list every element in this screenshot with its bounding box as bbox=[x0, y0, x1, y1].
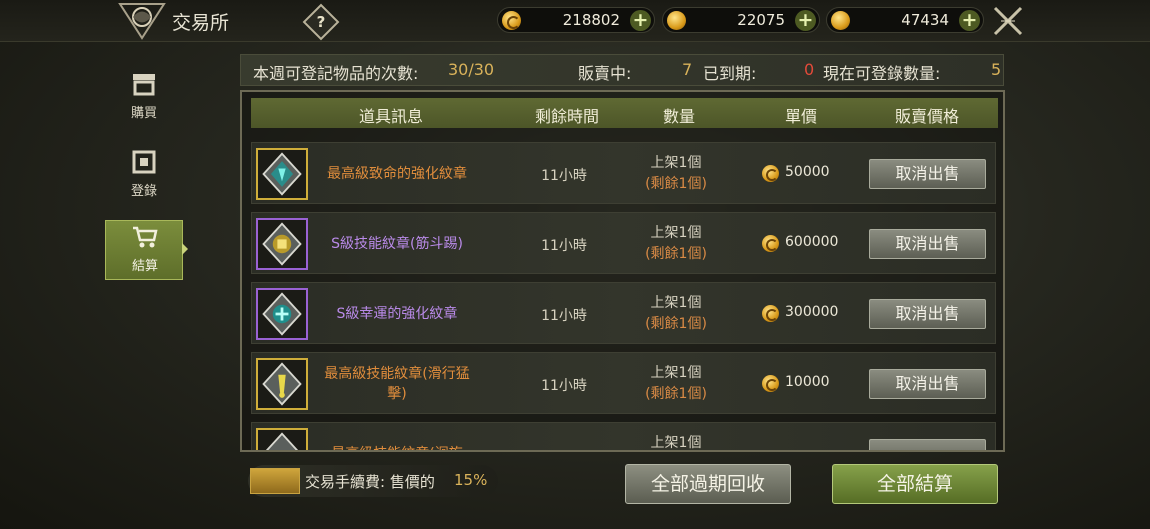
quantity: 上架1個 (剩餘1個) bbox=[626, 223, 726, 265]
silver-coin-icon bbox=[762, 375, 779, 392]
time-left: 11小時 bbox=[541, 308, 587, 324]
sidebar-item-label: 購買 bbox=[130, 106, 157, 121]
emblem-item-icon bbox=[256, 218, 308, 270]
cancel-sale-button[interactable]: 取消出售 bbox=[869, 229, 986, 259]
gold-bag-icon bbox=[667, 11, 686, 30]
quantity-listed: 上架1個 bbox=[650, 365, 702, 381]
quantity-listed: 上架1個 bbox=[650, 435, 702, 451]
page-title: 交易所 bbox=[172, 12, 230, 34]
item-name: 最高級技能紋章(迴旋 bbox=[316, 433, 478, 450]
silver-coin-icon bbox=[762, 305, 779, 322]
table-row: 最高級技能紋章(迴旋 上架1個 bbox=[251, 422, 996, 451]
sidebar-item-label: 登錄 bbox=[130, 184, 157, 199]
quantity: 上架1個 bbox=[626, 433, 726, 451]
header-quantity: 數量 bbox=[662, 107, 695, 126]
currency-silver: 218802 + bbox=[497, 7, 655, 33]
emblem-item-icon bbox=[256, 288, 308, 340]
table-row: 最高級技能紋章(滑行猛擊) 11小時 上架1個 (剩餘1個) 10000 取消出… bbox=[251, 352, 996, 414]
emblem-item-icon bbox=[256, 358, 308, 410]
time-left: 11小時 bbox=[541, 168, 587, 184]
add-silver-button[interactable]: + bbox=[630, 10, 651, 31]
currency-value: 218802 bbox=[562, 11, 620, 29]
weekly-count-value: 30/30 bbox=[448, 60, 495, 79]
building-icon bbox=[132, 150, 156, 174]
quantity-remaining: (剩餘1個) bbox=[645, 246, 707, 262]
available-label: 現在可登錄數量: bbox=[823, 64, 941, 83]
top-bar: 交易所 ? 218802 + 22075 + 47434 + bbox=[0, 0, 1150, 42]
table-row: S級幸運的強化紋章 11小時 上架1個 (剩餘1個) 300000 取消出售 bbox=[251, 282, 996, 344]
price-value: 600000 bbox=[785, 234, 839, 250]
table-row: 最高級致命的強化紋章 11小時 上架1個 (剩餘1個) 50000 取消出售 bbox=[251, 142, 996, 204]
selling-value: 7 bbox=[682, 60, 693, 79]
close-icon[interactable] bbox=[991, 4, 1025, 38]
header-item-info: 道具訊息 bbox=[358, 107, 423, 126]
quantity-remaining: (剩餘1個) bbox=[645, 176, 707, 192]
stats-bar: 本週可登記物品的次數: 30/30 販賣中: 7 已到期: 0 現在可登錄數量:… bbox=[240, 54, 1004, 86]
fee-label: 交易手續費: 售價的 bbox=[305, 473, 435, 491]
item-name: S級技能紋章(筋斗踢) bbox=[331, 236, 463, 252]
quantity-remaining: (剩餘1個) bbox=[645, 386, 707, 402]
listing-table: 道具訊息 剩餘時間 數量 單價 販賣價格 最高級致命的強化紋章 11小時 上架1… bbox=[240, 90, 1005, 452]
quantity-listed: 上架1個 bbox=[650, 225, 702, 241]
sidebar-item-register[interactable]: 登錄 bbox=[105, 146, 183, 206]
expired-value: 0 bbox=[804, 60, 815, 79]
quantity: 上架1個 (剩餘1個) bbox=[626, 363, 726, 405]
price-value: 10000 bbox=[785, 374, 830, 390]
help-icon: ? bbox=[316, 13, 326, 31]
quantity-listed: 上架1個 bbox=[650, 155, 702, 171]
currency-value: 47434 bbox=[901, 11, 949, 29]
currency-gold-bag: 22075 + bbox=[662, 7, 820, 33]
time-left: 11小時 bbox=[541, 238, 587, 254]
quantity: 上架1個 (剩餘1個) bbox=[626, 293, 726, 335]
cancel-sale-button[interactable]: 取消出售 bbox=[869, 299, 986, 329]
add-gold-bag-button[interactable]: + bbox=[795, 10, 816, 31]
selling-label: 販賣中: bbox=[578, 64, 632, 83]
emblem-item-icon bbox=[256, 428, 308, 450]
item-name: S級幸運的強化紋章 bbox=[336, 306, 458, 322]
time-left: 11小時 bbox=[541, 378, 587, 394]
item-name: 最高級致命的強化紋章 bbox=[327, 166, 467, 182]
reclaim-all-expired-button[interactable]: 全部過期回收 bbox=[625, 464, 791, 504]
currency-value: 22075 bbox=[737, 11, 785, 29]
sidebar-item-buy[interactable]: 購買 bbox=[105, 68, 183, 128]
available-value: 5 bbox=[991, 60, 1002, 79]
dragon-emblem-icon bbox=[118, 3, 166, 40]
cart-icon bbox=[133, 226, 158, 248]
cancel-sale-button[interactable]: 取消出售 bbox=[869, 159, 986, 189]
sidebar-item-label: 結算 bbox=[131, 259, 158, 274]
price-value: 50000 bbox=[785, 164, 830, 180]
add-gold-button[interactable]: + bbox=[959, 10, 980, 31]
gold-coin-icon bbox=[831, 11, 850, 30]
quantity-remaining: (剩餘1個) bbox=[645, 316, 707, 332]
help-button[interactable]: ? bbox=[302, 3, 340, 41]
price-value: 300000 bbox=[785, 304, 839, 320]
header-sell-price: 販賣價格 bbox=[894, 107, 959, 126]
silver-coin-icon bbox=[762, 235, 779, 252]
cancel-sale-button[interactable] bbox=[869, 439, 986, 450]
silver-coin-icon bbox=[762, 165, 779, 182]
quantity-listed: 上架1個 bbox=[650, 295, 702, 311]
quantity: 上架1個 (剩餘1個) bbox=[626, 153, 726, 195]
header-unit-price: 單價 bbox=[784, 107, 817, 126]
active-indicator-icon bbox=[182, 243, 188, 255]
gold-ticket-icon bbox=[250, 468, 300, 494]
currency-gold: 47434 + bbox=[826, 7, 984, 33]
emblem-item-icon bbox=[256, 148, 308, 200]
settle-all-button[interactable]: 全部結算 bbox=[832, 464, 998, 504]
header-time-left: 剩餘時間 bbox=[534, 107, 599, 126]
fee-value: 15% bbox=[454, 471, 488, 489]
expired-label: 已到期: bbox=[703, 64, 757, 83]
transaction-fee: 交易手續費: 售價的 15% bbox=[248, 465, 498, 497]
silver-coin-icon bbox=[502, 11, 521, 30]
sidebar-item-settle[interactable]: 結算 bbox=[105, 220, 183, 280]
item-name: 最高級技能紋章(滑行猛擊) bbox=[324, 366, 470, 402]
table-row: S級技能紋章(筋斗踢) 11小時 上架1個 (剩餘1個) 600000 取消出售 bbox=[251, 212, 996, 274]
table-header: 道具訊息 剩餘時間 數量 單價 販賣價格 bbox=[251, 98, 998, 128]
weekly-count-label: 本週可登記物品的次數: bbox=[253, 64, 419, 83]
cancel-sale-button[interactable]: 取消出售 bbox=[869, 369, 986, 399]
shop-icon bbox=[133, 74, 155, 96]
